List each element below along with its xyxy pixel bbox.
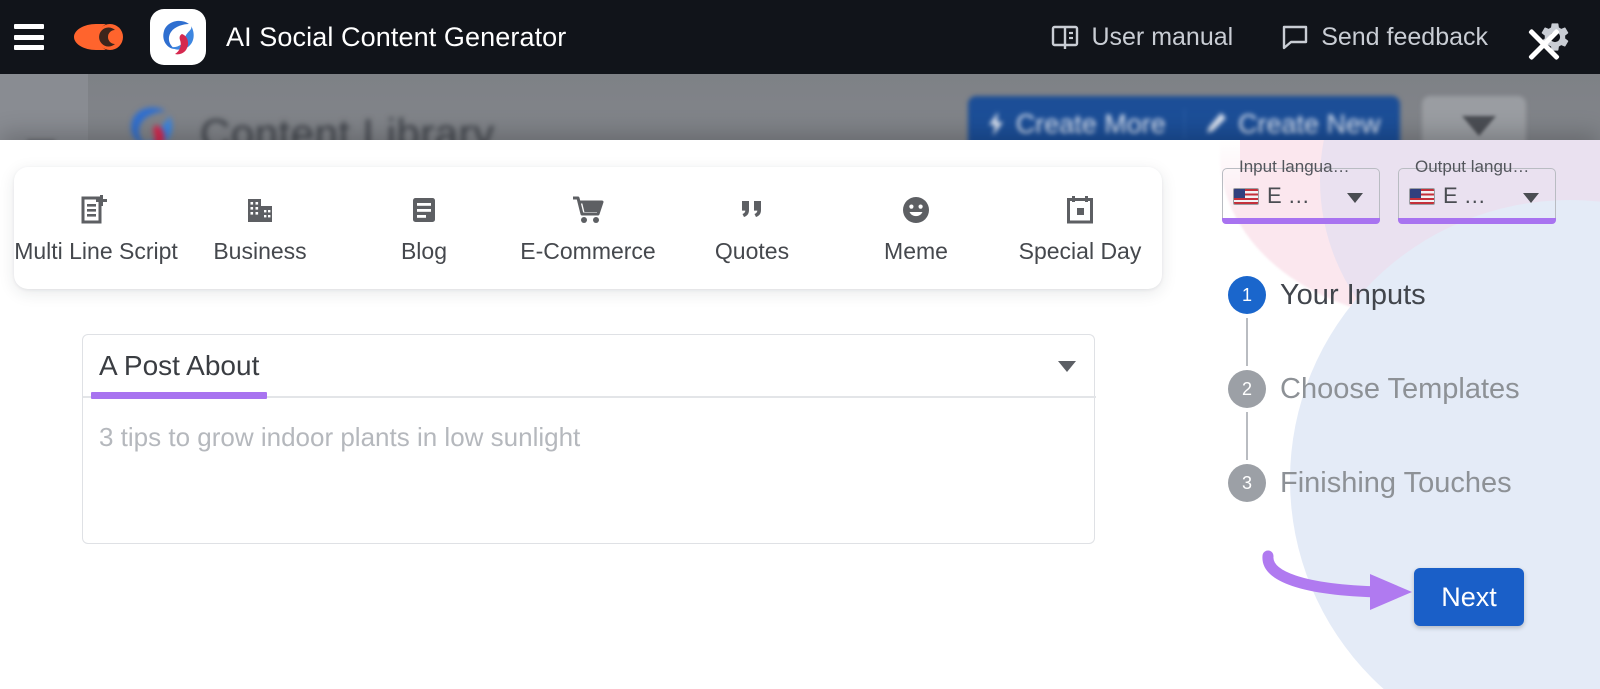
shopping-cart-icon [569,191,607,229]
step-connector [1246,412,1248,460]
step-label: Choose Templates [1280,372,1520,405]
tab-label: Quotes [714,238,790,264]
step-number-badge: 2 [1228,370,1266,408]
lightning-bolt-icon [988,112,1003,136]
wizard-stepper: 1 Your Inputs 2 Choose Templates 3 Finis… [1228,272,1520,506]
app-title: AI Social Content Generator [226,21,567,52]
create-content-modal: Multi Line Script Business Blog E-Commer… [0,140,1600,689]
step-label: Finishing Touches [1280,466,1512,499]
tab-business[interactable]: Business [178,167,342,289]
step-number-badge: 1 [1228,276,1266,314]
input-language-select[interactable]: Input langua… E … [1222,157,1380,224]
topic-textarea-placeholder: 3 tips to grow indoor plants in low sunl… [99,422,581,452]
input-language-underline [1222,218,1380,224]
pencil-icon [1206,113,1226,133]
hamburger-menu-icon[interactable] [14,24,44,50]
semrush-comet-logo[interactable] [70,16,126,58]
ai-social-content-generator-app-icon[interactable] [150,9,206,65]
user-manual-button[interactable]: User manual [1027,23,1257,52]
user-manual-label: User manual [1091,22,1234,51]
chevron-down-icon [1523,193,1539,203]
app-bar: AI Social Content Generator User manual … [0,0,1600,74]
us-flag-icon [1409,187,1435,205]
send-feedback-label: Send feedback [1321,22,1488,51]
topic-textarea[interactable]: 3 tips to grow indoor plants in low sunl… [82,396,1095,544]
app-icon-glyph [163,20,194,55]
language-selectors: Input langua… E … Output langu… E … [1222,157,1556,224]
background-create-new-button[interactable]: Create New [1185,109,1401,140]
chevron-down-icon [1347,193,1363,203]
quotation-marks-icon [733,191,771,229]
us-flag-icon [1233,187,1259,205]
output-language-underline [1398,218,1556,224]
tab-label: Special Day [1018,238,1142,264]
post-type-select-value: A Post About [99,349,260,381]
tab-blog[interactable]: Blog [342,167,506,289]
office-building-icon [241,191,279,229]
output-language-select[interactable]: Output langu… E … [1398,157,1556,224]
close-x-icon[interactable] [1518,18,1570,70]
tab-label: Meme [884,238,948,264]
chevron-down-icon [1058,361,1076,372]
step-label: Your Inputs [1280,278,1426,311]
step-your-inputs[interactable]: 1 Your Inputs [1228,272,1520,318]
funnel-filter-icon [1462,116,1496,136]
template-category-tabs: Multi Line Script Business Blog E-Commer… [14,167,1162,289]
step-number-badge: 3 [1228,464,1266,502]
tab-meme[interactable]: Meme [834,167,998,289]
tab-label: Blog [400,238,448,264]
step-choose-templates[interactable]: 2 Choose Templates [1228,366,1520,412]
background-create-new-label: Create New [1237,108,1381,139]
tab-special-day[interactable]: Special Day [998,167,1162,289]
input-language-value: E … [1267,183,1310,208]
step-connector [1246,318,1248,366]
tab-label: Business [213,238,307,264]
right-panel: Input langua… E … Output langu… E … 1 Yo… [1212,140,1600,689]
calendar-icon [1061,191,1099,229]
post-type-select[interactable]: A Post About [82,334,1096,399]
article-lines-icon [405,191,443,229]
background-create-more-button[interactable]: Create More [968,108,1185,140]
select-active-underline [91,392,267,399]
tab-label: E-Commerce [520,238,656,264]
document-plus-icon [77,191,115,229]
next-button[interactable]: Next [1414,568,1524,626]
background-create-more-label: Create More [1015,108,1166,139]
tab-quotes[interactable]: Quotes [670,167,834,289]
output-language-legend: Output langu… [1415,157,1530,176]
tab-multi-line-script[interactable]: Multi Line Script [14,167,178,289]
send-feedback-button[interactable]: Send feedback [1257,23,1512,52]
tab-e-commerce[interactable]: E-Commerce [506,167,670,289]
smiley-face-icon [897,191,935,229]
step-finishing-touches[interactable]: 3 Finishing Touches [1228,460,1520,506]
output-language-value: E … [1443,183,1486,208]
book-icon [1052,25,1079,49]
app-bar-actions: User manual Send feedback [1027,20,1600,54]
input-language-legend: Input langua… [1239,157,1350,176]
content-input-form: A Post About 3 tips to grow indoor plant… [82,334,1096,544]
speech-bubble-icon [1283,25,1308,50]
tab-label: Multi Line Script [14,238,178,264]
